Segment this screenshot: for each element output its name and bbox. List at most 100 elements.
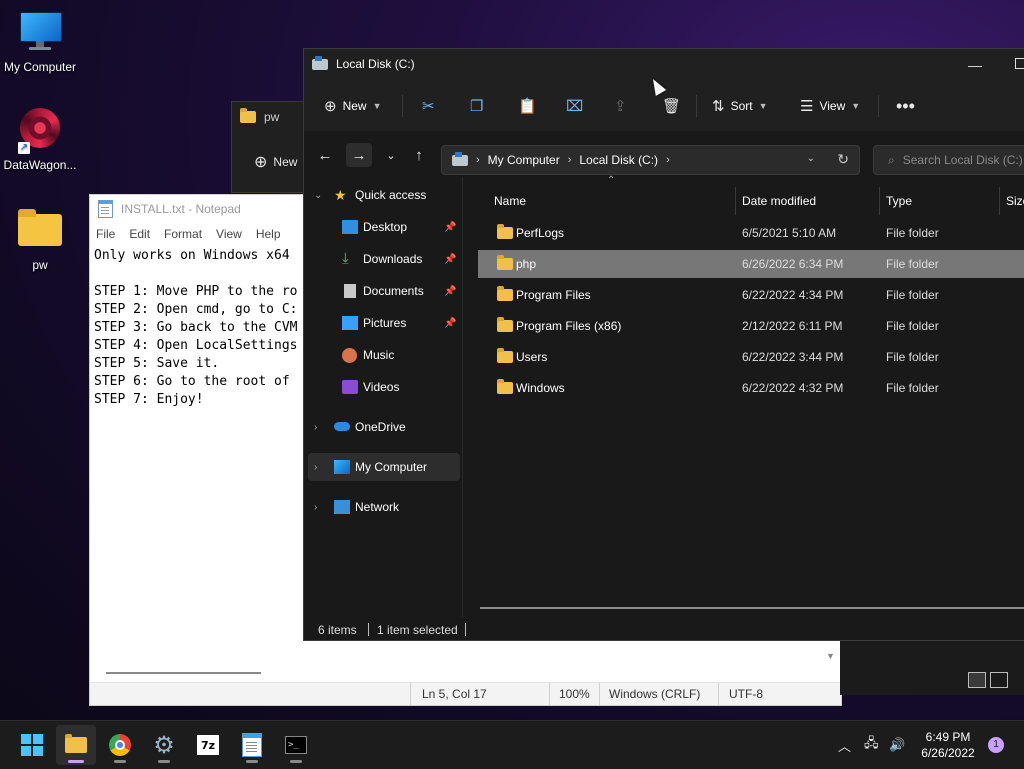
menu-file[interactable]: File [96,227,115,241]
folder-icon [65,734,87,753]
chevron-down-icon: ⌄ [314,189,323,201]
back-button[interactable]: ← [312,143,338,167]
desktop-icon-label: pw [32,258,48,272]
notification-badge[interactable]: 1 [988,737,1004,753]
new-button[interactable]: ⊕ New ▼ [324,81,382,131]
menu-help[interactable]: Help [256,227,281,241]
search-box[interactable]: ⌕ Search Local Disk (C:) [873,145,1024,175]
volume-tray-icon[interactable]: 🔊 [889,721,905,769]
folder-icon [497,379,513,394]
clock-time: 6:49 PM [925,730,971,744]
chevron-right-icon: › [666,154,670,166]
menu-edit[interactable]: Edit [129,227,150,241]
cut-button[interactable]: ✂ [422,81,435,131]
taskbar-terminal[interactable]: >_ [276,725,316,765]
notepad-statusbar: Ln 5, Col 17 100% Windows (CRLF) UTF-8 [90,682,841,705]
taskbar-file-explorer[interactable] [56,725,96,765]
notepad-title: INSTALL.txt - Notepad [121,202,241,216]
rename-icon: ⌧ [566,98,584,115]
taskbar-7zip[interactable]: 7z [188,725,228,765]
taskbar-settings[interactable]: ⚙ [144,725,184,765]
show-hidden-icons-button[interactable]: ︿ [838,721,851,769]
taskbar-notepad[interactable] [232,725,272,765]
forward-button[interactable]: → [346,143,372,167]
nav-music[interactable]: Music [304,341,462,369]
pane-divider[interactable] [462,177,463,617]
file-list: ⌃ Name Date modified Type Size PerfLogs … [464,175,1024,617]
share-icon: ⇪ [614,98,627,115]
address-bar[interactable]: › My Computer › Local Disk (C:) › ⌄ ↻ [441,145,860,175]
more-options-button[interactable]: ••• [896,81,915,131]
rename-button[interactable]: ⌧ [566,81,583,131]
horizontal-scrollbar[interactable] [480,607,1024,609]
explorer-title: Local Disk (C:) [336,57,415,71]
nav-network[interactable]: › Network [304,493,462,521]
sort-button[interactable]: ⇅ Sort ▼ [712,81,768,131]
up-button[interactable]: ↑ [406,143,432,167]
nav-pictures[interactable]: Pictures 📌 [304,309,462,337]
nav-downloads[interactable]: ⤓ Downloads 📌 [304,245,462,273]
column-header-date[interactable]: Date modified [742,187,816,215]
nav-onedrive[interactable]: › OneDrive [304,413,462,441]
taskbar-chrome[interactable] [100,725,140,765]
monitor-icon [334,460,350,474]
videos-icon [342,380,358,394]
file-row[interactable]: Program Files (x86) 2/12/2022 6:11 PM Fi… [478,312,1024,340]
desktop-icon-datawagon[interactable]: ↗ DataWagon... [0,108,80,172]
navigation-pane: ⌄ ★ Quick access Desktop 📌 ⤓ Downloads 📌… [304,177,462,609]
monitor-icon [18,10,62,54]
column-header-name[interactable]: Name [494,187,526,215]
horizontal-scrollbar[interactable] [106,672,261,674]
file-row[interactable]: Users 6/22/2022 3:44 PM File folder [478,343,1024,371]
start-button[interactable] [12,725,52,765]
minimize-button[interactable]: — [968,57,982,73]
navigation-row: ← → ⌄ ↑ › My Computer › Local Disk (C:) … [304,131,1024,177]
file-explorer-window[interactable]: Local Disk (C:) — ⊕ New ▼ ✂ ❐ 📋 ⌧ ⇪ 🗑 ⇅ … [303,48,1024,641]
chevron-down-icon: ▼ [372,101,382,111]
arrow-up-icon: ↑ [415,146,423,164]
file-row[interactable]: php 6/26/2022 6:34 PM File folder [478,250,1024,278]
paste-button[interactable]: 📋 [518,81,537,131]
menu-format[interactable]: Format [164,227,202,241]
clock[interactable]: 6:49 PM 6/26/2022 [912,729,984,761]
sort-indicator-icon: ⌃ [607,175,616,186]
scroll-down-arrow-icon[interactable]: ▼ [826,651,837,661]
speaker-icon: 🔊 [889,737,906,752]
file-row[interactable]: Windows 6/22/2022 4:32 PM File folder [478,374,1024,402]
recent-locations-button[interactable]: ⌄ [378,143,404,167]
desktop-icon-my-computer[interactable]: My Computer [0,10,80,74]
view-button[interactable]: ☰ View ▼ [800,81,860,131]
nav-videos[interactable]: Videos [304,373,462,401]
menu-view[interactable]: View [216,227,242,241]
nav-my-computer[interactable]: › My Computer [308,453,460,481]
tiles-view-icon[interactable] [990,672,1008,688]
file-row[interactable]: PerfLogs 6/5/2021 5:10 AM File folder [478,219,1024,247]
chevron-right-icon: › [314,461,318,473]
gear-icon: ⚙ [153,731,175,759]
breadcrumb-my-computer[interactable]: My Computer [488,153,560,167]
details-view-icon[interactable] [968,672,986,688]
column-header-type[interactable]: Type [886,187,912,215]
maximize-button[interactable] [1015,58,1024,69]
breadcrumb-local-disk[interactable]: Local Disk (C:) [579,153,658,167]
nav-desktop[interactable]: Desktop 📌 [304,213,462,241]
desktop-icon-label: DataWagon... [3,158,77,172]
new-button[interactable]: ⊕ New [254,152,297,172]
folder-icon [497,348,513,363]
share-button[interactable]: ⇪ [614,81,627,131]
terminal-icon: >_ [285,736,307,754]
windows-logo-icon [21,734,43,756]
column-header-size[interactable]: Size [1006,187,1024,215]
refresh-icon[interactable]: ↻ [837,151,849,168]
background-window-bottom [840,640,1024,695]
chevron-right-icon: › [476,154,480,166]
desktop-icon-pw[interactable]: pw [0,208,80,272]
plus-circle-icon: ⊕ [254,154,268,171]
copy-button[interactable]: ❐ [470,81,483,131]
document-icon [344,284,356,298]
network-tray-icon[interactable]: 🖧 [864,721,879,769]
nav-documents[interactable]: Documents 📌 [304,277,462,305]
file-row[interactable]: Program Files 6/22/2022 4:34 PM File fol… [478,281,1024,309]
nav-quick-access[interactable]: ⌄ ★ Quick access [304,181,462,209]
address-dropdown-icon[interactable]: ⌄ [807,153,815,164]
